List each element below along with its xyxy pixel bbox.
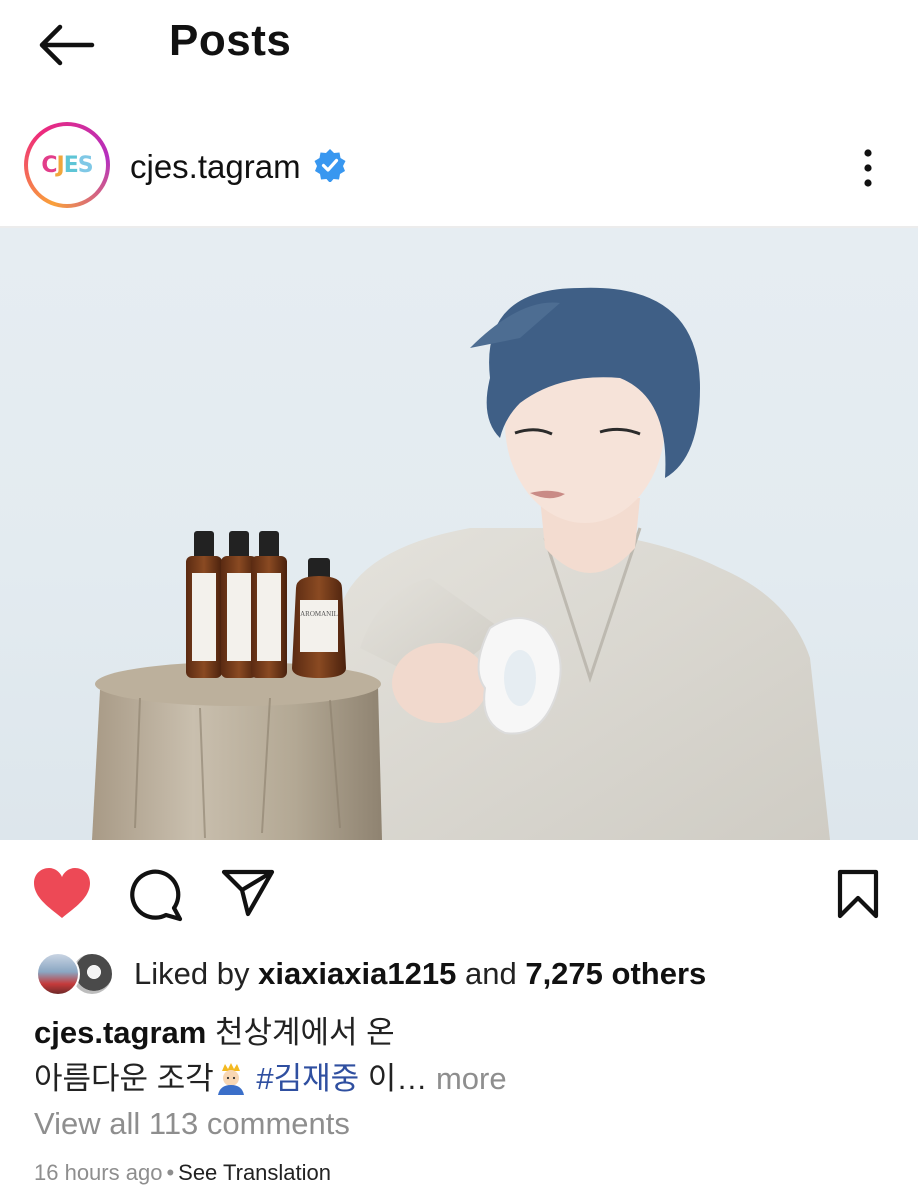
likes-text: Liked by xiaxiaxia1215 and 7,275 others xyxy=(134,956,706,992)
post-username[interactable]: cjes.tagram xyxy=(130,148,301,186)
caption-tail: 이… xyxy=(367,1061,428,1096)
more-options-button[interactable] xyxy=(850,148,886,188)
share-button[interactable] xyxy=(220,868,276,918)
like-button[interactable] xyxy=(32,866,92,920)
post-actions xyxy=(0,850,918,940)
arrow-left-icon xyxy=(39,24,95,66)
likes-middle: and xyxy=(464,956,517,991)
more-vertical-icon xyxy=(864,149,872,187)
bottle-group xyxy=(186,531,346,678)
save-button[interactable] xyxy=(834,868,882,920)
avatar-image: CJES xyxy=(28,126,106,204)
send-icon xyxy=(221,869,275,917)
post-header: CJES cjes.tagram xyxy=(0,110,918,226)
avatar[interactable]: CJES xyxy=(24,122,110,208)
view-all-comments-link[interactable]: View all 113 comments xyxy=(34,1106,350,1142)
likes-row[interactable]: Liked by xiaxiaxia1215 and 7,275 others xyxy=(0,946,918,1002)
caption-line1: 천상계에서 온 xyxy=(214,1015,395,1050)
comment-icon xyxy=(130,869,183,922)
heart-filled-icon xyxy=(34,868,90,918)
see-translation-link[interactable]: See Translation xyxy=(178,1160,331,1185)
bottle-brand-text: AROMANIL xyxy=(300,610,338,618)
top-bar: Posts xyxy=(0,0,918,92)
post-photo[interactable]: AROMANIL xyxy=(0,228,918,840)
meta-separator: • xyxy=(166,1160,175,1185)
liker-avatar xyxy=(36,952,80,996)
avatar-logo: CJES xyxy=(41,152,93,178)
likes-count[interactable]: 7,275 others xyxy=(525,956,706,991)
post-meta: 16 hours ago • See Translation xyxy=(34,1160,331,1186)
caption-line2: 아름다운 조각 xyxy=(34,1061,214,1096)
photo-illustration: AROMANIL xyxy=(92,287,830,840)
liker-username[interactable]: xiaxiaxia1215 xyxy=(258,956,456,991)
caption-more-link[interactable]: more xyxy=(436,1061,507,1096)
caption-username[interactable]: cjes.tagram xyxy=(34,1015,206,1050)
prince-emoji-icon xyxy=(217,1063,244,1095)
caption: cjes.tagram 천상계에서 온 아름다운 조각 #김재중 이… more xyxy=(34,1010,894,1102)
back-button[interactable] xyxy=(34,22,96,68)
post-timestamp: 16 hours ago xyxy=(34,1160,163,1185)
verified-badge-icon xyxy=(314,149,346,182)
hashtag-link[interactable]: #김재중 xyxy=(256,1061,359,1096)
comment-button[interactable] xyxy=(128,868,184,922)
bookmark-icon xyxy=(837,869,879,919)
instagram-post-screen: Posts CJES cjes.tagram AROMANIL Liked by… xyxy=(0,0,918,1200)
likes-prefix: Liked by xyxy=(134,956,250,991)
page-title: Posts xyxy=(169,16,292,65)
